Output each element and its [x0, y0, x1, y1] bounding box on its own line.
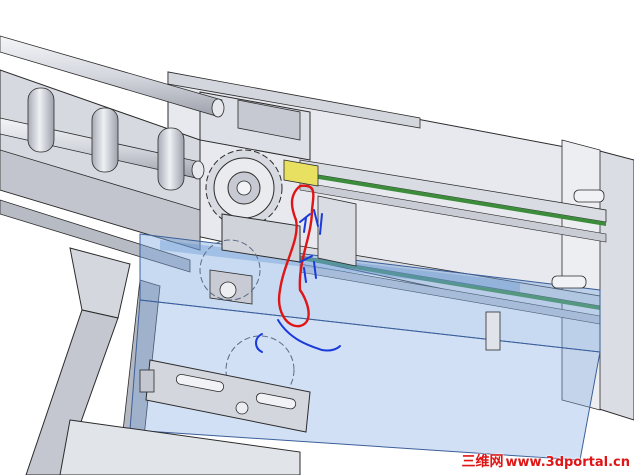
upper-sprocket — [205, 149, 283, 227]
site-watermark: 三维网 www.3dportal.cn — [462, 451, 630, 471]
cad-viewport — [0, 0, 634, 475]
watermark-site-name: 三维网 — [461, 454, 504, 470]
side-bracket — [317, 195, 357, 267]
watermark-site-url: www.3dportal.cn — [505, 455, 630, 470]
